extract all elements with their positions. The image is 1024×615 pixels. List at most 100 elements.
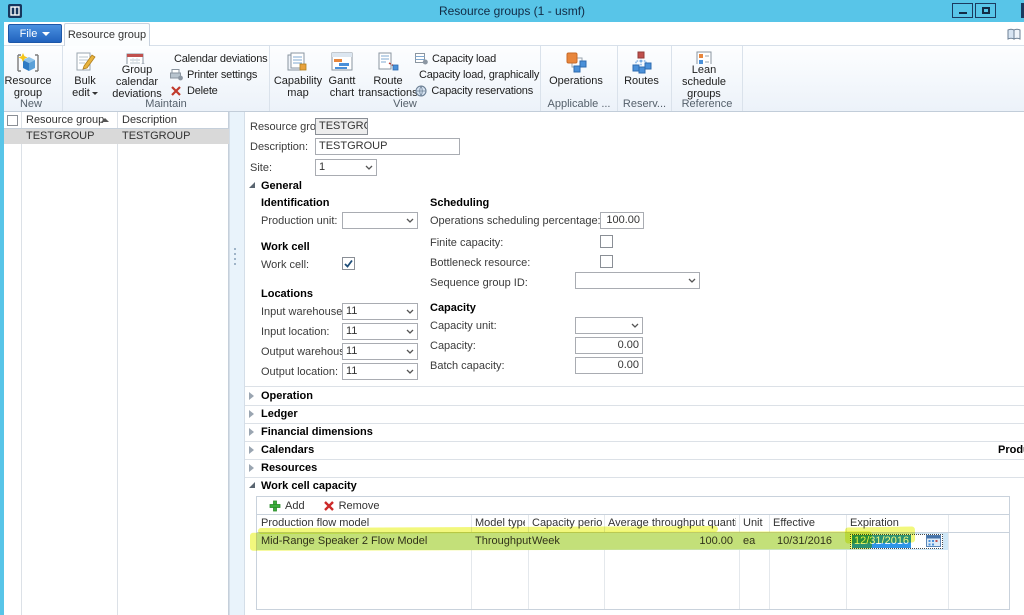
production-unit-combo[interactable] <box>342 212 418 229</box>
tab-resource-group[interactable]: Resource group <box>64 23 150 46</box>
date-picker-button[interactable] <box>926 535 941 547</box>
section-work-cell-capacity[interactable]: Work cell capacity <box>245 477 1024 495</box>
section-financial-dimensions[interactable]: Financial dimensions <box>245 423 1024 442</box>
combo-arrow-icon[interactable] <box>402 364 417 379</box>
operations-scheduling-percentage-field[interactable]: 100.00 <box>600 212 644 229</box>
capacity-group-title: Capacity <box>430 302 476 314</box>
combo-arrow-icon[interactable] <box>402 304 417 319</box>
combo-arrow-icon[interactable] <box>402 344 417 359</box>
capacity-load-graphically-button[interactable]: Capacity load, graphically <box>415 67 533 83</box>
input-location-combo[interactable]: 11 <box>342 323 418 340</box>
bulk-edit-button[interactable]: Bulk edit <box>66 47 104 100</box>
input-location-label: Input location: <box>261 326 330 338</box>
select-all-checkbox[interactable] <box>7 115 18 126</box>
site-combo-value: 1 <box>316 160 361 175</box>
printer-settings-icon <box>170 69 183 81</box>
ribbon-group-maintain: Bulk edit Group calendar deviations Cale… <box>63 46 270 111</box>
site-combo[interactable]: 1 <box>315 159 377 176</box>
group-calendar-deviations-icon <box>124 50 150 64</box>
ribbon: Resource group New Bulk edit Group calen… <box>0 45 1024 112</box>
wcc-col-unit[interactable]: Unit <box>743 515 767 532</box>
ribbon-group-applicable: Operations Applicable ... <box>541 46 618 111</box>
output-warehouse-value: 11 <box>343 344 402 359</box>
minimize-button[interactable] <box>952 3 973 18</box>
wcc-col-capacity-period[interactable]: Capacity period <box>532 515 602 532</box>
ribbon-group-applicable-label: Applicable ... <box>541 98 617 110</box>
wcc-col-average-throughput-quantity[interactable]: Average throughput quantity <box>608 515 736 532</box>
lean-schedule-groups-button[interactable]: Lean schedule groups <box>675 47 733 100</box>
ribbon-group-reference: Lean schedule groups Reference <box>672 46 743 111</box>
lean-schedule-groups-icon <box>691 50 717 64</box>
wcc-col-production-flow-model[interactable]: Production flow model <box>261 515 467 532</box>
capacity-unit-combo[interactable] <box>575 317 643 334</box>
capacity-unit-label: Capacity unit: <box>430 320 497 332</box>
routes-button[interactable]: Routes <box>621 47 662 100</box>
help-book-icon[interactable] <box>1007 28 1021 44</box>
batch-capacity-field[interactable]: 0.00 <box>575 357 643 374</box>
ribbon-group-maintain-label: Maintain <box>63 98 269 110</box>
section-financial-dimensions-title: Financial dimensions <box>261 426 373 438</box>
capability-map-icon <box>285 50 311 75</box>
app-window: Resource groups (1 - usmf) File Resource… <box>0 0 1024 615</box>
output-location-combo[interactable]: 11 <box>342 363 418 380</box>
splitter-grip-icon <box>234 248 236 265</box>
ribbon-group-new-label: New <box>0 98 62 110</box>
operations-button[interactable]: Operations <box>544 47 608 100</box>
combo-arrow-icon[interactable] <box>361 160 376 175</box>
capacity-reservations-icon <box>415 85 427 97</box>
file-menu-button[interactable]: File <box>8 24 62 43</box>
ribbon-group-new: Resource group New <box>0 46 63 111</box>
output-warehouse-combo[interactable]: 11 <box>342 343 418 360</box>
route-transactions-button[interactable]: Route transactions <box>361 47 415 100</box>
printer-settings-button[interactable]: Printer settings <box>170 67 262 83</box>
wcc-cell-unit: ea <box>743 535 755 547</box>
list-col-description[interactable]: Description <box>122 114 177 126</box>
work-cell-group-title: Work cell <box>261 241 310 253</box>
input-warehouse-combo[interactable]: 11 <box>342 303 418 320</box>
bottleneck-resource-checkbox[interactable] <box>600 255 613 268</box>
wcc-row-selected[interactable]: Mid-Range Speaker 2 Flow Model Throughpu… <box>257 533 948 550</box>
resource-group-field-value: TESTGROUP <box>319 120 368 132</box>
wcc-col-effective[interactable]: Effective <box>773 515 843 532</box>
resource-group-list: Resource group Description TESTGROUP TES… <box>4 112 229 615</box>
delete-button[interactable]: Delete <box>170 83 262 99</box>
sequence-group-id-combo[interactable] <box>575 272 700 289</box>
resource-group-field[interactable]: TESTGROUP <box>315 118 368 135</box>
panel-splitter[interactable] <box>229 112 245 615</box>
list-row-selected[interactable]: TESTGROUP TESTGROUP <box>4 129 229 144</box>
section-ledger[interactable]: Ledger <box>245 405 1024 424</box>
description-field[interactable]: TESTGROUP <box>315 138 460 155</box>
finite-capacity-label: Finite capacity: <box>430 237 503 249</box>
section-operation[interactable]: Operation <box>245 387 1024 406</box>
section-resources[interactable]: Resources <box>245 459 1024 478</box>
wcc-remove-button[interactable]: Remove <box>323 500 380 512</box>
capability-map-button[interactable]: Capability map <box>273 47 323 100</box>
capacity-load-button[interactable]: Capacity load <box>415 51 533 67</box>
new-resource-group-button[interactable]: Resource group <box>3 47 53 100</box>
wcc-add-button[interactable]: Add <box>269 500 305 512</box>
group-calendar-deviations-button[interactable]: Group calendar deviations <box>104 47 170 100</box>
finite-capacity-checkbox[interactable] <box>600 235 613 248</box>
combo-arrow-icon[interactable] <box>684 273 699 288</box>
capacity-value: 0.00 <box>618 339 639 351</box>
capacity-reservations-button[interactable]: Capacity reservations <box>415 83 533 99</box>
list-col-resource-group[interactable]: Resource group <box>26 114 104 126</box>
section-expanded-icon[interactable] <box>249 182 255 188</box>
btn-label: Routes <box>624 75 659 87</box>
combo-arrow-icon[interactable] <box>627 318 642 333</box>
gantt-chart-icon <box>329 50 355 75</box>
wcc-expiration-date-editor[interactable]: 12/31/2016 <box>850 534 943 549</box>
wcc-col-model-type[interactable]: Model type <box>475 515 525 532</box>
calendar-icon <box>926 535 941 547</box>
capacity-field[interactable]: 0.00 <box>575 337 643 354</box>
maximize-button[interactable] <box>975 3 996 18</box>
combo-arrow-icon[interactable] <box>402 213 417 228</box>
work-cell-checkbox[interactable] <box>342 257 355 270</box>
wcc-col-expiration[interactable]: Expiration <box>850 515 945 532</box>
combo-arrow-icon[interactable] <box>402 324 417 339</box>
calendar-deviations-button[interactable]: Calendar deviations <box>170 51 262 67</box>
gantt-chart-button[interactable]: Gantt chart <box>323 47 361 100</box>
wcc-cell-capacity-period: Week <box>532 535 560 547</box>
section-general-title[interactable]: General <box>261 180 302 192</box>
section-calendars[interactable]: Calendars Produ <box>245 441 1024 460</box>
